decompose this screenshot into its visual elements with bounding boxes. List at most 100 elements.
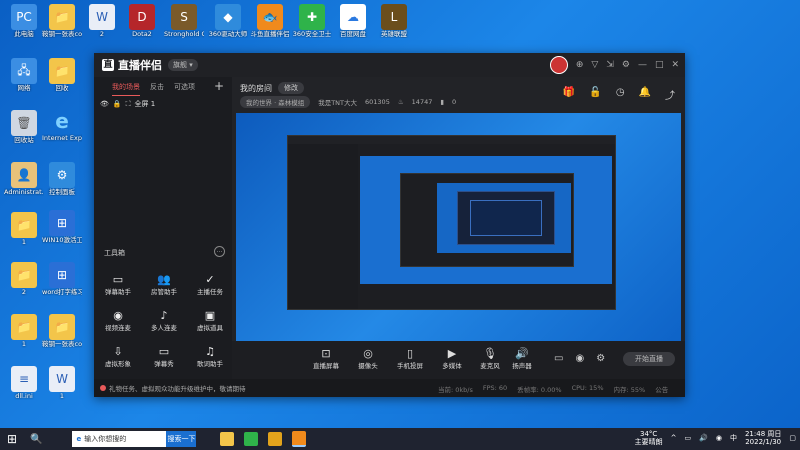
document-icon: W [89, 4, 115, 30]
desktop-shortcut[interactable]: 📁 回收 [42, 58, 82, 92]
tool-item[interactable]: ◉ 视频连麦 [98, 309, 138, 332]
clock-icon[interactable]: ◷ [616, 87, 625, 102]
settings-icon[interactable]: ⚙ [596, 353, 605, 364]
desktop-shortcut[interactable]: ⊞word打字练习(1) [42, 262, 82, 296]
more-tools-icon[interactable]: … [214, 246, 225, 257]
add-scene-icon[interactable]: + [214, 79, 224, 93]
share-icon[interactable]: ⤴ [665, 87, 675, 102]
tool-item[interactable]: ♫ 歌词助手 [190, 345, 230, 368]
tool-item[interactable]: ▭ 弹幕助手 [98, 273, 138, 296]
game-app-icon[interactable] [268, 432, 283, 446]
scene-tabs: 我的场景 反击 可选项 + [94, 77, 232, 96]
desktop-shortcut[interactable]: W2 [82, 4, 122, 38]
notification-icon[interactable]: ▢ [789, 434, 796, 442]
folder-icon: 📁 [49, 314, 75, 340]
close-icon[interactable]: ✕ [671, 60, 679, 70]
desktop-shortcut[interactable]: 📁 1 [4, 314, 44, 348]
desktop-shortcut[interactable]: ⊞WIN10激活工具 [42, 210, 82, 244]
desktop-shortcut-label: 1 [21, 238, 27, 246]
taskbar-search-button[interactable]: 搜索一下 [166, 431, 197, 447]
desktop-shortcut[interactable]: 👤 Administrat... [4, 162, 44, 196]
tool-item[interactable]: ♪ 多人连麦 [144, 309, 184, 332]
windows-start-icon[interactable]: ⊞ [0, 432, 24, 446]
search-placeholder: 输入你想搜的 [84, 435, 127, 443]
desktop-shortcut[interactable]: 🗑 回收站 [4, 110, 44, 144]
tool-label: 主播任务 [197, 288, 223, 296]
category-pill[interactable]: 我的世界 · 森林模组 [240, 96, 311, 108]
maximize-icon[interactable]: □ [655, 60, 664, 70]
tool-item[interactable]: ▣ 虚拟道具 [190, 309, 230, 332]
desktop-shortcut-label: 控制面板 [49, 188, 75, 196]
share-icon[interactable]: ▽ [591, 60, 598, 70]
source-control[interactable]: 🔊 扬声器 [502, 347, 542, 370]
network-tray-icon[interactable]: ▭ [685, 434, 692, 442]
user-avatar[interactable] [549, 56, 568, 74]
desktop-shortcut[interactable]: eInternet Explorer [42, 108, 82, 142]
desktop-shortcut[interactable]: ≡ dll.ini [4, 366, 44, 400]
settings-icon[interactable]: ⚙ [622, 60, 630, 70]
desktop-shortcut[interactable]: ◆ 360驱动大师 [208, 4, 248, 38]
ime-tray-icon[interactable]: 中 [730, 433, 737, 443]
source-control[interactable]: ⊡ 直播屏幕 [306, 347, 346, 370]
desktop-shortcut[interactable]: D Dota2 [122, 4, 162, 38]
clock[interactable]: 21:48 周日 2022/1/30 [745, 430, 781, 446]
scene-item[interactable]: 👁 🔒 ⛶ 全屏 1 [100, 99, 155, 109]
source-control[interactable]: ▶ 多媒体 [432, 347, 472, 370]
edit-title-button[interactable]: 修改 [278, 82, 304, 94]
control-panel-icon: ⚙ [49, 162, 75, 188]
tool-item[interactable]: 👥 房管助手 [144, 273, 184, 296]
tab-counter[interactable]: 反击 [150, 82, 164, 96]
skin-icon[interactable]: ⇲ [606, 60, 614, 70]
tool-label: 视频连麦 [105, 324, 131, 332]
bell-icon[interactable]: 🔔 [639, 87, 651, 102]
tool-item[interactable]: ⇩ 虚拟形象 [98, 345, 138, 368]
tool-item[interactable]: ✓ 主播任务 [190, 273, 230, 296]
desktop-shortcut[interactable]: 📁鞍钢一张表config... [42, 4, 82, 38]
security-app-icon[interactable] [244, 432, 259, 446]
tool-item[interactable]: ▭ 弹幕秀 [144, 345, 184, 368]
gift-icon[interactable]: ⊕ [576, 60, 584, 70]
version-badge[interactable]: 旗舰 ▾ [168, 59, 198, 71]
unlock-icon[interactable]: 🔓 [589, 87, 601, 102]
desktop-shortcut[interactable]: 🖧 网络 [4, 58, 44, 92]
start-live-button[interactable]: 开始直播 [623, 352, 675, 366]
desktop-shortcut[interactable]: 📁 2 [4, 262, 44, 296]
video-call-icon: ◉ [113, 309, 123, 322]
weather-widget[interactable]: 34°C 主要晴朗 [635, 430, 663, 446]
desktop-shortcut[interactable]: ⚙ 控制面板 [42, 162, 82, 196]
gift-icon[interactable]: 🎁 [563, 87, 575, 102]
streaming-app-icon[interactable] [292, 431, 307, 447]
chevron-up-icon[interactable]: ^ [671, 434, 677, 442]
wechat-tray-icon[interactable]: ◉ [716, 434, 722, 442]
nested-window-3 [457, 191, 555, 245]
volume-tray-icon[interactable]: 🔊 [699, 434, 708, 442]
source-control-label: 手机投屏 [397, 362, 423, 370]
desktop-shortcut[interactable]: SStronghold Crusader [164, 4, 204, 38]
file-explorer-icon[interactable] [220, 432, 235, 446]
desktop-shortcut[interactable]: 🐟 斗鱼直播伴侣 [250, 4, 290, 38]
minimize-icon[interactable]: — [638, 60, 647, 70]
source-control-label: 直播屏幕 [313, 362, 339, 370]
desktop-shortcut[interactable]: W1 [42, 366, 82, 400]
desktop-shortcut[interactable]: 📁鞍钢一张表config... [42, 314, 82, 348]
eye-icon[interactable]: 👁 [100, 100, 109, 108]
tab-options[interactable]: 可选项 [174, 82, 195, 96]
desktop-shortcut[interactable]: 📁 1 [4, 212, 44, 246]
room-id: 601305 [365, 98, 390, 106]
eye-preview-icon[interactable]: ◉ [575, 353, 584, 364]
title-bar[interactable]: 直 直播伴侣 旗舰 ▾ ⊕ ▽ ⇲ ⚙ — □ ✕ [94, 53, 685, 77]
phone-cast-icon: ▯ [406, 347, 414, 360]
source-control[interactable]: ◎ 摄像头 [348, 347, 388, 370]
desktop-shortcut[interactable]: ✚ 360安全卫士 [292, 4, 332, 38]
live-preview[interactable] [236, 113, 681, 365]
desktop-shortcut[interactable]: L 英雄联盟 [374, 4, 414, 38]
desktop-shortcut[interactable]: ☁ 百度网盘 [333, 4, 373, 38]
lock-icon[interactable]: 🔒 [113, 100, 122, 108]
record-icon[interactable]: ▭ [554, 353, 563, 364]
taskbar-search-input[interactable]: e 输入你想搜的 [72, 431, 167, 447]
source-control[interactable]: ▯ 手机投屏 [390, 347, 430, 370]
tab-my-scene[interactable]: 我的场景 [112, 82, 140, 96]
stat-item: CPU: 15% [571, 384, 604, 392]
desktop-shortcut[interactable]: PC 此电脑 [4, 4, 44, 38]
taskbar-search-icon[interactable]: 🔍 [30, 434, 42, 445]
